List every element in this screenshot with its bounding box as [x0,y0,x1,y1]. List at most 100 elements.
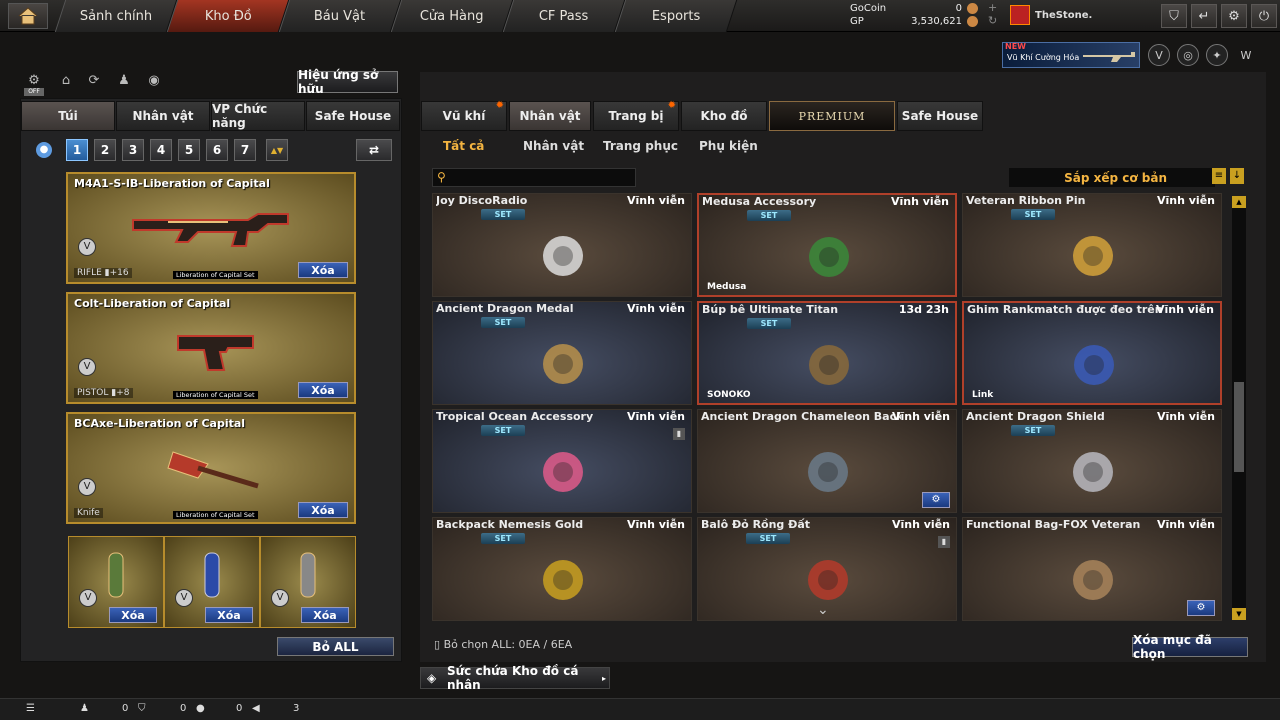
page-1-button[interactable]: 1 [66,139,88,161]
tab-premium[interactable]: PREMIUM [769,101,895,131]
refresh-icon[interactable]: ↻ [988,14,997,27]
nav-tab-shop[interactable]: Cửa Hàng [390,0,514,32]
delete-button[interactable]: Xóa [205,607,253,623]
delete-button[interactable]: Xóa [298,382,348,398]
storage-capacity-button[interactable]: ◈ Sức chứa Kho đồ cá nhân ▸ [420,664,610,692]
cycle-icon[interactable]: ⟳ [84,73,104,93]
scroll-down-icon[interactable]: ▼ [1232,608,1246,620]
item-name: Tropical Ocean Accessory [436,410,594,423]
tab-equipment[interactable]: Trang bị ✹ [593,100,679,131]
item-card[interactable]: Búp bê Ultimate Titan 13d 23h SET SONOKO [697,301,957,405]
chevron-down-icon[interactable]: ⌄ [817,602,829,618]
scrollbar[interactable]: ▲ ▼ [1232,196,1246,620]
grenade-slot[interactable]: V Xóa [260,536,356,628]
page-7-button[interactable]: 7 [234,139,256,161]
exit-icon[interactable]: ↵ [1191,4,1217,28]
item-card[interactable]: Veteran Ribbon Pin Vĩnh viễn SET [962,193,1222,297]
gear-icon[interactable]: ⚙ [1187,600,1215,616]
weapon-slot-rifle[interactable]: M4A1-S-IB-Liberation of Capital V RIFLE … [66,172,356,284]
delete-button[interactable]: Xóa [298,262,348,278]
v-badge-icon: V [78,238,96,256]
deselect-all-label[interactable]: ▯ Bỏ chọn ALL: 0EA / 6EA [434,638,572,651]
power-icon[interactable]: ⏻ [1251,4,1277,28]
vip-icon[interactable]: W [1235,44,1257,66]
subtab-character[interactable]: Nhân vật [523,139,584,153]
nav-tab-treasure[interactable]: Báu Vật [278,0,402,32]
nav-tab-inventory[interactable]: Kho Đồ [166,0,290,32]
page-stepper[interactable]: ▲▼ [266,139,288,161]
page-2-button[interactable]: 2 [94,139,116,161]
scroll-up-icon[interactable]: ▲ [1232,196,1246,208]
scroll-thumb[interactable] [1234,382,1244,472]
item-card[interactable]: Ancient Dragon Chameleon BackpackVĩnh vi… [697,409,957,513]
delete-button[interactable]: Xóa [109,607,157,623]
weapon-type: Knife [74,508,103,518]
trash-icon[interactable]: ▮ [673,428,685,440]
globe-icon[interactable]: ◎ [1177,44,1199,66]
page-3-button[interactable]: 3 [122,139,144,161]
search-input[interactable]: ⚲ [432,168,636,187]
weapon-slot-pistol[interactable]: Colt-Liberation of Capital V PISTOL ▮+8 … [66,292,356,404]
gear-icon[interactable]: ⚙ [922,492,950,508]
toggle-off-icon[interactable]: ⚙ OFF [24,73,44,96]
subtab-costume[interactable]: Trang phục [603,139,678,153]
person-icon[interactable]: ♟ [114,73,134,93]
shield-icon[interactable]: ⛉ [1161,4,1187,28]
page-5-button[interactable]: 5 [178,139,200,161]
weapon-name: Colt-Liberation of Capital [74,297,231,310]
trash-icon[interactable]: ▮ [938,536,950,548]
bag-icon[interactable]: ◉ [144,73,164,93]
transfer-button[interactable]: ⇄ [356,139,392,161]
weapon-slot-knife[interactable]: BCAxe-Liberation of Capital V Knife Libe… [66,412,356,524]
wings-icon[interactable]: ✦ [1206,44,1228,66]
add-gocoin-icon[interactable]: + [988,1,997,14]
item-card[interactable]: Backpack Nemesis Gold Vĩnh viễn SET [432,517,692,621]
tab-storage[interactable]: Kho đồ [681,101,767,131]
item-card[interactable]: Ancient Dragon Shield Vĩnh viễn SET [962,409,1222,513]
promo-text: Vũ Khí Cường Hóa [1007,53,1080,62]
tab-character[interactable]: Nhân vật [509,101,591,131]
grenade-slot[interactable]: V Xóa [68,536,164,628]
clan-count: 0 [180,703,187,714]
gift-icon[interactable]: ⌂ [56,73,76,93]
item-card[interactable]: Tropical Ocean Accessory Vĩnh viễn SET ▮ [432,409,692,513]
tab-bag[interactable]: Túi [21,101,115,131]
nav-tab-lobby[interactable]: Sảnh chính [54,0,178,32]
sort-direction-icon[interactable]: ↓ [1230,168,1244,184]
grenade-slot[interactable]: V Xóa [164,536,260,628]
home-button[interactable] [8,3,48,29]
delete-selected-button[interactable]: Xóa mục đã chọn [1132,633,1248,661]
subtab-accessory[interactable]: Phụ kiện [699,139,758,153]
speaker-icon[interactable]: ◀ [252,703,260,714]
tab-functional-vp[interactable]: VP Chức năng [211,101,305,131]
item-card[interactable]: Ancient Dragon Medal Vĩnh viễn SET [432,301,692,405]
chat-icon[interactable]: ● [196,703,205,714]
item-card[interactable]: Functional Bag-FOX Veteran Vĩnh viễn ⚙ [962,517,1222,621]
gear-icon[interactable]: ⚙ [1221,4,1247,28]
tab-character[interactable]: Nhân vật [116,101,210,131]
item-card[interactable]: Ghim Rankmatch được đeo trên Vĩnh viễn Lin… [962,301,1222,405]
delete-button[interactable]: Xóa [301,607,349,623]
ownership-effects-button[interactable]: Hiệu ứng sở hữu [297,68,398,96]
friends-icon[interactable]: ♟ [80,703,89,714]
nav-tab-cfpass[interactable]: CF Pass [502,0,626,32]
promo-banner[interactable]: NEW Vũ Khí Cường Hóa [1002,42,1140,68]
item-card[interactable]: Medusa Accessory Vĩnh viễn SET Medusa [697,193,957,297]
page-6-button[interactable]: 6 [206,139,228,161]
remove-all-button[interactable]: Bỏ ALL [277,637,394,656]
menu-icon[interactable]: ☰ [26,703,35,714]
subtab-all[interactable]: Tất cả [443,139,484,153]
tab-safe-house[interactable]: Safe House [897,101,983,131]
nav-tab-esports[interactable]: Esports [614,0,738,32]
rifle-icon [132,213,289,247]
page-4-button[interactable]: 4 [150,139,172,161]
sort-list-icon[interactable]: ≡ [1212,168,1226,184]
clan-icon[interactable]: ⛉ [138,703,146,714]
sort-dropdown[interactable]: Sắp xếp cơ bản [1009,168,1215,187]
badge-icon[interactable]: V [1148,44,1170,66]
item-card[interactable]: Joy DiscoRadio Vĩnh viễn SET [432,193,692,297]
tab-safe-house[interactable]: Safe House [306,101,400,131]
delete-button[interactable]: Xóa [298,502,348,518]
tab-weapons[interactable]: Vũ khí ✹ [421,100,507,131]
user-profile[interactable]: TheStone. [1010,4,1150,26]
